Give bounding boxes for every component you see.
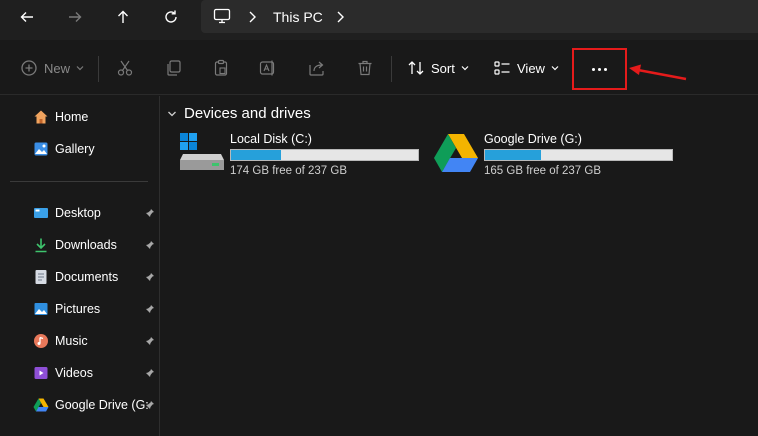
cut-button[interactable] <box>116 56 134 80</box>
navigation-pane: Home Gallery Desktop Downloads Documents… <box>0 96 160 436</box>
sort-icon <box>408 61 424 75</box>
sidebar-item-label: Documents <box>55 270 119 284</box>
sidebar-item-documents[interactable]: Documents <box>33 266 158 288</box>
music-icon <box>34 334 48 348</box>
group-title: Devices and drives <box>184 105 311 122</box>
copy-button[interactable] <box>164 56 182 80</box>
drive-name: Local Disk (C:) <box>230 132 312 146</box>
drive-usage-bar <box>230 149 419 161</box>
sidebar-item-google-drive[interactable]: Google Drive (G: <box>33 394 158 416</box>
address-bar: This PC <box>0 0 758 40</box>
pin-icon[interactable] <box>145 400 155 410</box>
chevron-down-icon <box>551 66 559 71</box>
more-options-button[interactable] <box>572 48 627 90</box>
drive-usage-fill <box>231 150 282 160</box>
pin-icon[interactable] <box>145 368 155 378</box>
rename-button[interactable] <box>259 56 277 80</box>
copy-icon <box>167 60 181 76</box>
chevron-down-icon <box>461 66 469 71</box>
chevron-right-icon[interactable] <box>335 10 345 24</box>
sidebar-item-desktop[interactable]: Desktop <box>33 202 158 224</box>
rename-icon <box>259 60 275 76</box>
pin-icon[interactable] <box>145 208 155 218</box>
delete-button[interactable] <box>356 56 374 80</box>
toolbar-divider <box>98 56 99 82</box>
cut-icon <box>117 60 133 76</box>
more-options-icon <box>592 67 607 71</box>
gallery-icon <box>34 142 48 156</box>
paste-icon <box>214 59 228 76</box>
breadcrumb-this-pc[interactable]: This PC <box>273 9 323 25</box>
sort-label: Sort <box>431 60 455 76</box>
drive-usage-bar <box>484 149 673 161</box>
chevron-down-icon <box>168 111 176 116</box>
google-drive-icon <box>434 134 478 172</box>
back-button[interactable] <box>13 6 41 28</box>
sidebar-item-label: Google Drive (G: <box>55 398 149 412</box>
drive-tile-local-disk[interactable]: Local Disk (C:) 174 GB free of 237 GB <box>179 132 429 182</box>
up-button[interactable] <box>109 6 137 28</box>
refresh-button[interactable] <box>157 6 185 28</box>
forward-arrow-icon <box>69 12 82 22</box>
up-arrow-icon <box>118 10 128 23</box>
sidebar-divider <box>10 181 148 182</box>
sidebar-item-label: Videos <box>55 366 93 380</box>
pin-icon[interactable] <box>145 304 155 314</box>
chevron-down-icon <box>76 66 84 71</box>
sidebar-item-label: Desktop <box>55 206 101 220</box>
desktop-icon <box>34 208 48 218</box>
share-button[interactable] <box>308 56 326 80</box>
plus-circle-icon <box>21 60 37 76</box>
delete-icon <box>358 60 372 76</box>
annotation-arrow-icon <box>629 64 687 81</box>
pin-icon[interactable] <box>145 272 155 282</box>
new-button[interactable]: New <box>20 56 84 80</box>
drive-usage-fill <box>485 150 542 160</box>
sidebar-item-home[interactable]: Home <box>33 106 158 128</box>
sidebar-item-gallery[interactable]: Gallery <box>33 138 158 160</box>
back-arrow-icon <box>20 12 33 22</box>
sidebar-item-label: Downloads <box>55 238 117 252</box>
home-icon <box>34 110 48 124</box>
address-breadcrumb[interactable]: This PC <box>201 0 758 33</box>
drive-tile-google-drive[interactable]: Google Drive (G:) 165 GB free of 237 GB <box>433 132 683 182</box>
view-label: View <box>517 60 545 76</box>
documents-icon <box>35 270 47 284</box>
chevron-right-icon[interactable] <box>247 10 257 24</box>
view-button[interactable]: View <box>493 56 559 80</box>
monitor-icon <box>213 8 231 24</box>
paste-button[interactable] <box>212 56 230 80</box>
pin-icon[interactable] <box>145 240 155 250</box>
google-drive-icon <box>33 398 49 412</box>
sidebar-item-music[interactable]: Music <box>33 330 158 352</box>
videos-icon <box>34 367 48 379</box>
sidebar-item-label: Home <box>55 110 89 124</box>
sidebar-item-label: Music <box>55 334 88 348</box>
new-label: New <box>44 60 71 76</box>
drive-name: Google Drive (G:) <box>484 132 582 146</box>
refresh-icon <box>165 10 177 23</box>
pictures-icon <box>34 303 48 315</box>
forward-button[interactable] <box>61 6 89 28</box>
share-icon <box>309 61 324 76</box>
local-disk-icon <box>180 133 224 170</box>
sidebar-item-label: Pictures <box>55 302 101 316</box>
toolbar-divider <box>391 56 392 82</box>
content-area: Devices and drives Local Disk (C:) 174 G… <box>161 96 758 436</box>
sidebar-item-downloads[interactable]: Downloads <box>33 234 158 256</box>
sidebar-item-videos[interactable]: Videos <box>33 362 158 384</box>
download-icon <box>35 238 47 253</box>
drive-free-space: 165 GB free of 237 GB <box>484 165 601 177</box>
sidebar-item-label: Gallery <box>55 142 95 156</box>
sort-button[interactable]: Sort <box>407 56 469 80</box>
group-header-devices[interactable]: Devices and drives <box>167 105 311 122</box>
drive-free-space: 174 GB free of 237 GB <box>230 165 347 177</box>
sidebar-item-pictures[interactable]: Pictures <box>33 298 158 320</box>
view-icon <box>494 61 510 75</box>
pin-icon[interactable] <box>145 336 155 346</box>
